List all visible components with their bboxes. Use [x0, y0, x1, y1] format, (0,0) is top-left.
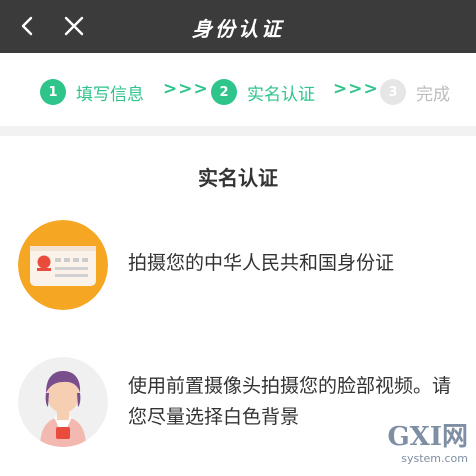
step-real-name: 2 实名认证	[211, 78, 315, 106]
site-watermark: GXI网 system.com	[376, 422, 468, 472]
navigation-bar: 身份认证	[0, 0, 476, 53]
list-item-id-card: 拍摄您的中华人民共和国身份证	[0, 220, 476, 310]
step-label: 实名认证	[247, 84, 315, 105]
step-number: 2	[211, 79, 237, 105]
item-description: 拍摄您的中华人民共和国身份证	[128, 252, 395, 274]
step-number: 3	[380, 79, 406, 105]
step-complete: 3 完成	[380, 78, 450, 106]
section-divider	[0, 126, 476, 136]
step-fill-info: 1 填写信息	[40, 78, 144, 106]
watermark-domain: system.com	[401, 452, 468, 465]
step-separator: >>>	[163, 79, 209, 99]
step-label: 填写信息	[76, 84, 144, 105]
step-number: 1	[40, 79, 66, 105]
step-progress: 1 填写信息 >>> 2 实名认证 >>> 3 完成	[0, 60, 476, 120]
section-title: 实名认证	[198, 166, 278, 190]
watermark-logo: GXI网	[387, 422, 468, 452]
person-avatar-icon	[18, 357, 108, 447]
step-label: 完成	[416, 84, 450, 105]
page-title: 身份认证	[192, 17, 284, 41]
id-card-icon	[18, 220, 108, 310]
step-separator: >>>	[333, 79, 379, 99]
